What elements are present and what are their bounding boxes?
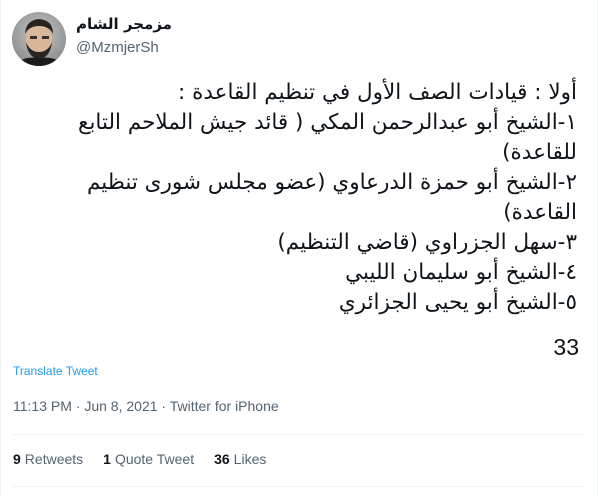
quotes-count: 1 bbox=[103, 451, 111, 467]
display-name[interactable]: مزمجر الشام bbox=[76, 14, 172, 34]
quote-tweets-stat[interactable]: 1 Quote Tweet bbox=[103, 451, 194, 467]
meta-separator: · bbox=[157, 398, 170, 414]
tweet-line: للقاعدة) bbox=[502, 140, 577, 165]
likes-label: Likes bbox=[233, 451, 267, 467]
likes-count: 36 bbox=[214, 451, 230, 467]
likes-stat[interactable]: 36 Likes bbox=[214, 451, 266, 467]
tweet-source[interactable]: Twitter for iPhone bbox=[170, 398, 279, 414]
tweet-line: ١-الشيخ أبو عبدالرحمن المكي ( قائد جيش ا… bbox=[78, 110, 577, 135]
tweet-line: ٥-الشيخ أبو يحيى الجزائري bbox=[338, 290, 577, 315]
tweet-number: 33 bbox=[553, 334, 579, 360]
tweet-line: ٣-سهل الجزراوي (قاضي التنظيم) bbox=[277, 230, 577, 255]
divider bbox=[13, 434, 585, 435]
user-handle[interactable]: @MzmjerSh bbox=[76, 38, 172, 58]
quotes-label: Quote Tweet bbox=[114, 451, 195, 467]
tweet-line: ٤-الشيخ أبو سليمان الليبي bbox=[345, 260, 577, 285]
avatar-image bbox=[12, 12, 66, 66]
tweet-card: مزمجر الشام @MzmjerSh أولا : قيادات الصف… bbox=[0, 0, 598, 496]
avatar[interactable] bbox=[12, 12, 66, 66]
tweet-date[interactable]: Jun 8, 2021 bbox=[84, 398, 157, 414]
tweet-line: القاعدة) bbox=[503, 200, 577, 225]
retweets-label: Retweets bbox=[24, 451, 84, 467]
tweet-line: ٢-الشيخ أبو حمزة الدرعاوي (عضو مجلس شورى… bbox=[86, 170, 577, 195]
translate-tweet-link[interactable]: Translate Tweet bbox=[13, 364, 98, 378]
divider bbox=[13, 486, 585, 487]
tweet-time[interactable]: 11:13 PM bbox=[13, 398, 72, 414]
meta-separator: · bbox=[71, 398, 85, 414]
user-names: مزمجر الشام @MzmjerSh bbox=[76, 14, 172, 58]
tweet-stats: 9 Retweets 1 Quote Tweet 36 Likes bbox=[13, 451, 266, 467]
tweet-text: أولا : قيادات الصف الأول في تنظيم القاعد… bbox=[21, 78, 577, 318]
tweet-meta: 11:13 PM · Jun 8, 2021 · Twitter for iPh… bbox=[13, 398, 279, 414]
retweets-stat[interactable]: 9 Retweets bbox=[13, 451, 83, 467]
retweets-count: 9 bbox=[13, 451, 21, 467]
tweet-line: أولا : قيادات الصف الأول في تنظيم القاعد… bbox=[178, 80, 577, 105]
